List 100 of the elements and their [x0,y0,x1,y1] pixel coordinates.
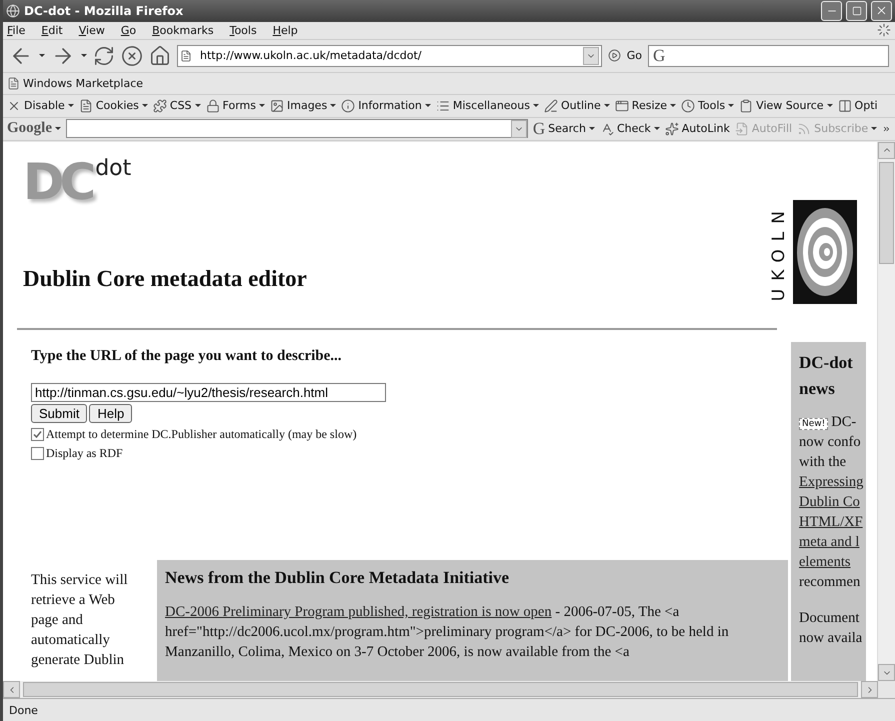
bookmark-item[interactable]: Windows Marketplace [7,76,144,90]
sidebar-text: now confo [799,434,861,450]
form-prompt: Type the URL of the page you want to describe... [31,348,343,365]
news-text: Manzanillo, Colima, Mexico on 3-7 October 2006, is now available from the <a [165,642,630,662]
caret-icon [728,104,734,108]
sparkle-icon [664,122,679,136]
news-text: href="http://dc2006.ucol.mx/program.htm">preliminary program</a> for DC-2006, to be held in [165,622,730,642]
caret-icon [670,104,676,108]
sidebar-text: recommen [799,574,860,590]
toolbar-menu[interactable]: View Source [739,98,833,113]
clock-icon [681,98,696,113]
address-bar[interactable]: http://www.ukoln.ac.uk/metadata/dcdot/ [177,44,602,67]
search-field[interactable]: G [648,44,889,67]
toolbar-menu[interactable]: Outline [544,98,610,113]
sidebar-text: now availa [799,630,862,646]
status-text: Done [9,704,38,716]
toolbar-menu[interactable]: Disable [7,98,74,113]
maximize-icon [852,6,862,16]
menu-item[interactable]: Bookmarks [152,24,214,37]
spiral-logo-icon [793,200,857,304]
toolbar-menu[interactable]: Images [270,98,336,113]
google-menu[interactable]: Google [7,120,61,138]
dropdown-button[interactable] [510,120,527,138]
caret-icon [826,104,833,108]
caret-icon [424,104,431,108]
sidebar-text: with the [799,454,846,470]
horizontal-scrollbar[interactable] [3,681,878,698]
caret-icon [55,127,61,130]
toolbar-menu[interactable]: Cookies [78,98,148,113]
news-text: - 2006-07-05, The <a [554,604,680,620]
window-icon [614,98,629,113]
sidebar-link[interactable]: Dublin Co [799,494,860,510]
minimize-button[interactable] [821,0,842,21]
caret-icon [259,104,265,108]
caret-icon [39,54,45,58]
reload-icon [93,44,115,67]
menu-item[interactable]: Go [120,24,136,37]
news-title: News from the Dublin Core Metadata Initiative [165,568,510,588]
scrollbar-thumb[interactable] [879,162,894,264]
checkbox-label: Attempt to determine DC.Publisher automatically (may be slow) [46,426,357,442]
menu-item[interactable]: Edit [41,24,63,37]
news-link[interactable]: DC-2006 Preliminary Program published, registration is now open [165,604,552,620]
clipboard-icon [739,98,754,113]
caret-icon [194,104,201,108]
menu-item[interactable]: Tools [230,24,257,37]
caret-icon [68,104,74,108]
caret-icon [330,104,336,108]
address-field[interactable]: http://www.ukoln.ac.uk/metadata/dcdot/ [198,48,577,64]
toolbar-button[interactable]: AutoLink [664,122,730,136]
menu-item[interactable]: View [78,24,105,37]
submit-button[interactable]: Submit [31,404,88,423]
globe-icon [6,4,20,18]
search-field[interactable] [66,119,528,138]
toolbar-menu[interactable]: Tools [681,98,734,113]
toolbar-menu[interactable]: CSS [152,98,201,113]
window-title: DC-dot - Mozilla Firefox [24,4,184,18]
go-icon [608,49,621,62]
sidebar-link[interactable]: elements [799,554,851,570]
caret-icon [654,127,660,130]
pen-icon [544,98,558,113]
toolbar-button[interactable]: Check [600,122,660,136]
sidebar-link[interactable]: Expressing [799,474,864,490]
new-badge: New! [799,418,828,430]
close-button[interactable] [871,0,892,21]
caret-icon [604,104,610,108]
dropdown-button[interactable] [582,46,599,65]
caret-icon [588,127,595,130]
checkbox[interactable] [31,446,44,460]
toolbar-menu[interactable]: Forms [206,98,265,113]
vertical-scrollbar[interactable] [877,142,895,682]
go-button[interactable]: Go [626,49,642,62]
scrollbar-thumb[interactable] [23,682,858,698]
sidebar-link[interactable]: meta and l [799,534,860,550]
spinner-icon [877,23,891,38]
home-icon [149,44,171,67]
sidebar-text: Document [799,610,860,626]
checkbox[interactable] [31,428,44,441]
document-icon [78,98,93,113]
intro-text: generate Dublin [31,650,126,670]
help-button[interactable]: Help [89,404,132,423]
menu-item[interactable]: File [7,24,26,37]
sidebar-text: DC- [831,414,856,430]
sidebar-link[interactable]: HTML/XF [799,514,863,530]
url-field[interactable]: http://tinman.cs.gsu.edu/~lyu2/thesis/research.html [31,382,386,402]
form-icon [734,122,749,136]
caret-icon [81,54,87,58]
toolbar-menu[interactable]: Opti [838,98,878,113]
toolbar-button[interactable]: G Search [532,118,595,139]
intro-text: automatically [31,630,111,650]
maximize-button[interactable] [846,0,867,21]
columns-icon [838,98,852,113]
image-icon [270,98,284,113]
toolbar-menu[interactable]: Information [341,98,431,113]
menu-item[interactable]: Help [272,24,298,37]
lock-icon [206,98,220,113]
toolbar-menu[interactable]: Resize [614,98,676,113]
stop-icon [121,44,143,67]
intro-text: This service will [31,570,129,590]
intro-text: page and [31,610,84,630]
toolbar-menu[interactable]: Miscellaneous [436,98,539,113]
